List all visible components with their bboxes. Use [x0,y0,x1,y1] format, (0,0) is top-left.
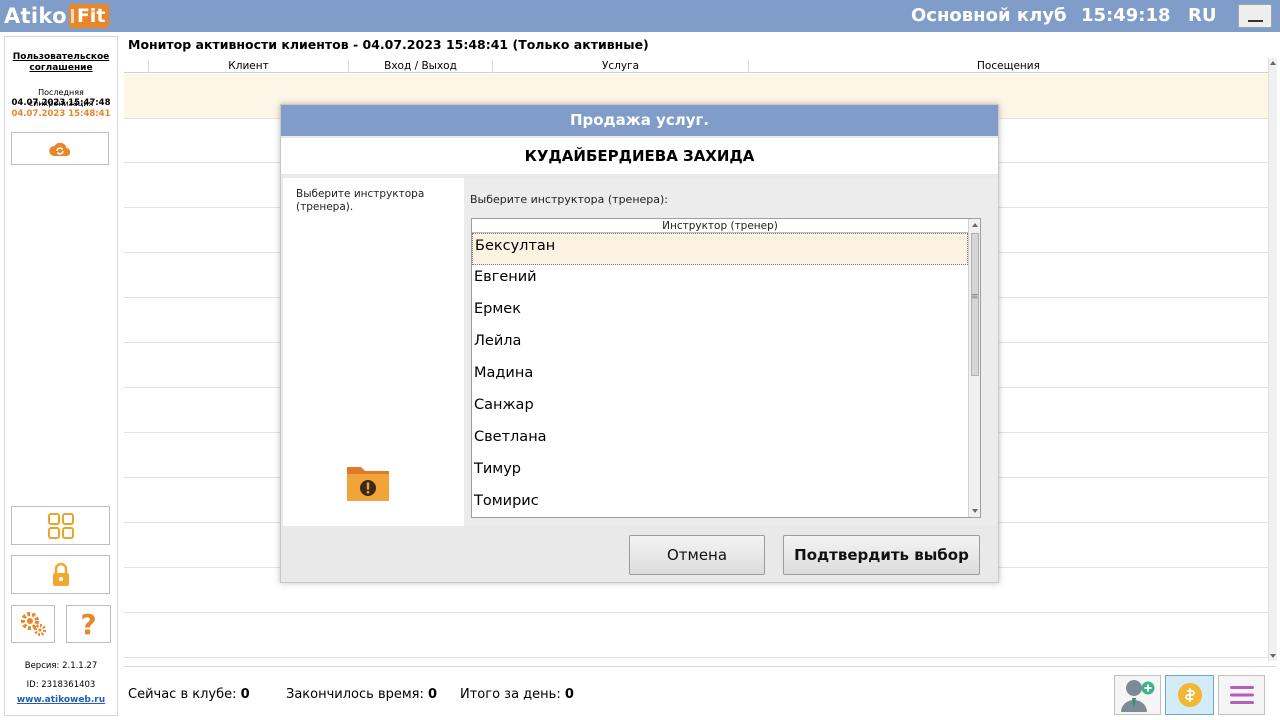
column-client[interactable]: Клиент [148,60,348,73]
list-item[interactable]: Лейла [472,329,968,361]
user-agreement-link[interactable]: Пользовательское соглашение [5,52,117,74]
time-over-stat: Закончилось время: 0 [286,687,437,702]
client-name: КУДАЙБЕРДИЕВА ЗАХИДА [281,138,998,174]
device-id: ID: 2318361403 [26,680,96,690]
list-item[interactable]: Ермек [472,297,968,329]
hamburger-menu-icon [1229,686,1254,704]
scroll-down-arrow-icon[interactable] [972,509,978,513]
scroll-down-arrow-icon[interactable] [1270,654,1276,658]
day-total-value: 0 [564,687,574,702]
gear-icon [21,612,46,636]
list-item[interactable]: Евгений [472,265,968,297]
dialog-info-panel: Выберите инструктора (тренера). [283,178,464,526]
cancel-button[interactable]: Отмена [629,535,765,575]
instructor-list[interactable]: Инструктор (тренер) Бексултан Евгений Ер… [471,218,981,518]
logo-text-fit: Fit [68,4,110,28]
top-bar: Atiko Fit Основной клуб 15:49:18 RU [0,0,1280,32]
status-bar: Сейчас в клубе: 0 Закончилось время: 0 И… [124,666,1276,718]
day-total-label: Итого за день: [460,687,561,702]
last-sync-time-current: 04.07.2023 15:48:41 [11,109,111,119]
page-title: Монитор активности клиентов - 04.07.2023… [128,37,649,52]
list-item[interactable]: Светлана [472,425,968,457]
in-club-value: 0 [240,687,250,702]
list-item[interactable]: Бексултан [472,233,968,265]
column-service[interactable]: Услуга [492,60,748,73]
column-entry-exit[interactable]: Вход / Выход [348,60,492,73]
list-item[interactable]: Санжар [472,393,968,425]
dialog-title: Продажа услуг. [281,105,998,136]
dashboard-button[interactable] [11,506,110,545]
instructor-list-header[interactable]: Инструктор (тренер) [472,219,968,233]
confirm-selection-button[interactable]: Подтвердить выбор [783,535,980,575]
last-sync-time: 04.07.2023 15:47:48 [11,98,111,108]
payment-button[interactable] [1165,675,1214,715]
minimize-button[interactable] [1238,4,1272,28]
help-button[interactable]: ? [66,605,111,643]
coin-icon [1177,683,1202,707]
column-visits[interactable]: Посещения [748,60,1268,73]
app-version: Версия: 2.1.1.27 [24,661,98,671]
scrollbar-thumb[interactable] [971,233,979,376]
instructor-prompt: Выберите инструктора (тренера): [470,193,669,206]
step-hint: Выберите инструктора (тренера). [296,188,425,213]
in-club-label: Сейчас в клубе: [128,687,237,702]
table-header: Клиент Вход / Выход Услуга Посещения [124,60,1268,73]
scroll-up-arrow-icon[interactable] [972,223,978,227]
club-name: Основной клуб [911,5,1067,26]
language-switch[interactable]: RU [1188,5,1216,26]
list-item[interactable]: Мадина [472,361,968,393]
add-client-button[interactable] [1114,675,1161,715]
add-user-icon [1120,680,1154,712]
menu-button[interactable] [1218,675,1265,715]
logo-text-atiko: Atiko [4,4,67,28]
sell-service-dialog: Продажа услуг. КУДАЙБЕРДИЕВА ЗАХИДА Выбе… [280,104,999,583]
list-item[interactable]: Томирис [472,489,968,517]
instructor-panel: Выберите инструктора (тренера): Инструкт… [464,178,998,526]
folder-warning-icon [347,467,389,501]
help-icon: ? [80,607,97,641]
instructor-list-scrollbar[interactable] [968,219,980,517]
app-logo: Atiko Fit [4,3,110,29]
in-club-stat: Сейчас в клубе: 0 [128,687,250,702]
settings-button[interactable] [11,605,55,643]
time-over-label: Закончилось время: [286,687,424,702]
sidebar: Пользовательское соглашение Последняя си… [4,36,118,716]
clock: 15:49:18 [1081,5,1171,26]
grid-icon [47,512,74,539]
lock-button[interactable] [11,555,110,594]
day-total-stat: Итого за день: 0 [460,687,574,702]
table-scrollbar[interactable] [1268,58,1277,661]
cloud-sync-icon [49,142,71,156]
list-item[interactable]: Тимур [472,457,968,489]
scroll-up-arrow-icon[interactable] [1270,61,1276,65]
time-over-value: 0 [428,687,438,702]
sync-button[interactable] [11,132,109,165]
lock-icon [52,562,69,586]
website-link[interactable]: www.atikoweb.ru [5,695,117,705]
